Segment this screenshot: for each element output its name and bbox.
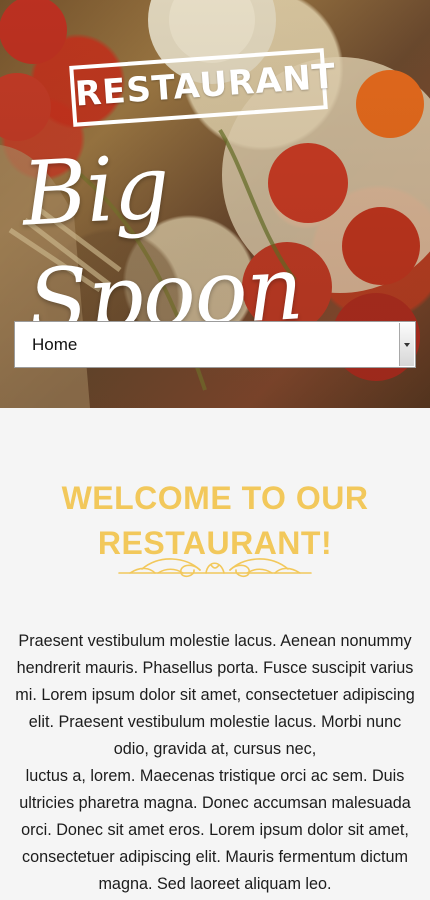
hero-banner: RESTAURANT Big Spoon Home xyxy=(0,0,430,408)
welcome-paragraph: Praesent vestibulum molestie lacus. Aene… xyxy=(15,632,415,894)
restaurant-label: RESTAURANT xyxy=(69,48,337,127)
navigation-select[interactable]: Home xyxy=(14,321,416,368)
navigation-selected-value[interactable]: Home xyxy=(15,335,77,355)
main-content: WELCOME TO OUR RESTAURANT! Praesent vest… xyxy=(0,408,430,900)
decorative-divider-icon xyxy=(118,558,312,578)
chevron-down-icon[interactable] xyxy=(399,323,414,366)
